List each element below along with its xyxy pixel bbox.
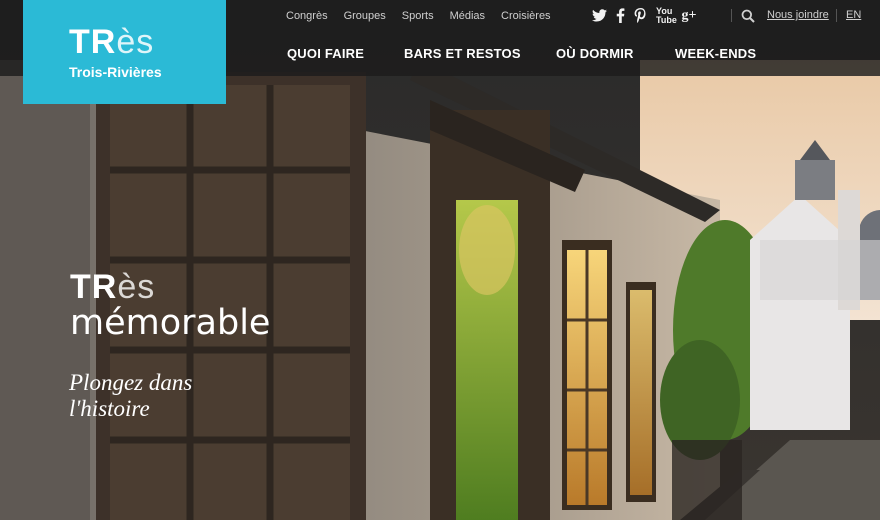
utility-link-croisieres[interactable]: Croisières (501, 10, 551, 22)
pinterest-icon[interactable] (634, 8, 647, 23)
nav-item-bars-et-restos[interactable]: BARS ET RESTOS (404, 31, 521, 76)
youtube-icon[interactable]: You Tube (656, 6, 677, 25)
nav-item-week-ends[interactable]: WEEK-ENDS (675, 31, 756, 76)
hero-brand-tail: ès (117, 268, 156, 306)
hero-tagline: Plongez dans l'histoire (69, 370, 193, 421)
hero-brand-word: TRès (70, 270, 155, 304)
logo-city-name: Trois-Rivières (69, 64, 162, 80)
google-plus-icon[interactable]: g+ (681, 8, 697, 24)
logo-wordmark-main: TR (69, 23, 117, 61)
divider (836, 9, 837, 22)
hero-headline: mémorable (70, 303, 271, 343)
language-toggle[interactable]: EN (846, 0, 861, 31)
utility-link-groupes[interactable]: Groupes (344, 10, 386, 22)
site-logo[interactable]: TRès Trois-Rivières (23, 0, 226, 104)
facebook-icon[interactable] (616, 8, 625, 23)
utility-link-medias[interactable]: Médias (450, 10, 485, 22)
search-icon[interactable] (741, 9, 755, 23)
utility-links: Congrès Groupes Sports Médias Croisières (286, 0, 567, 31)
social-links: You Tube g+ (592, 0, 697, 31)
twitter-icon[interactable] (592, 9, 607, 22)
utility-link-congres[interactable]: Congrès (286, 10, 328, 22)
nav-item-ou-dormir[interactable]: OÙ DORMIR (556, 31, 634, 76)
contact-link[interactable]: Nous joindre (767, 0, 829, 31)
hero-brand-main: TR (70, 268, 118, 306)
divider (731, 9, 732, 22)
logo-wordmark-tail: ès (116, 23, 155, 61)
utility-link-sports[interactable]: Sports (402, 10, 434, 22)
nav-item-quoi-faire[interactable]: QUOI FAIRE (287, 31, 364, 76)
logo-wordmark: TRès (69, 25, 154, 59)
